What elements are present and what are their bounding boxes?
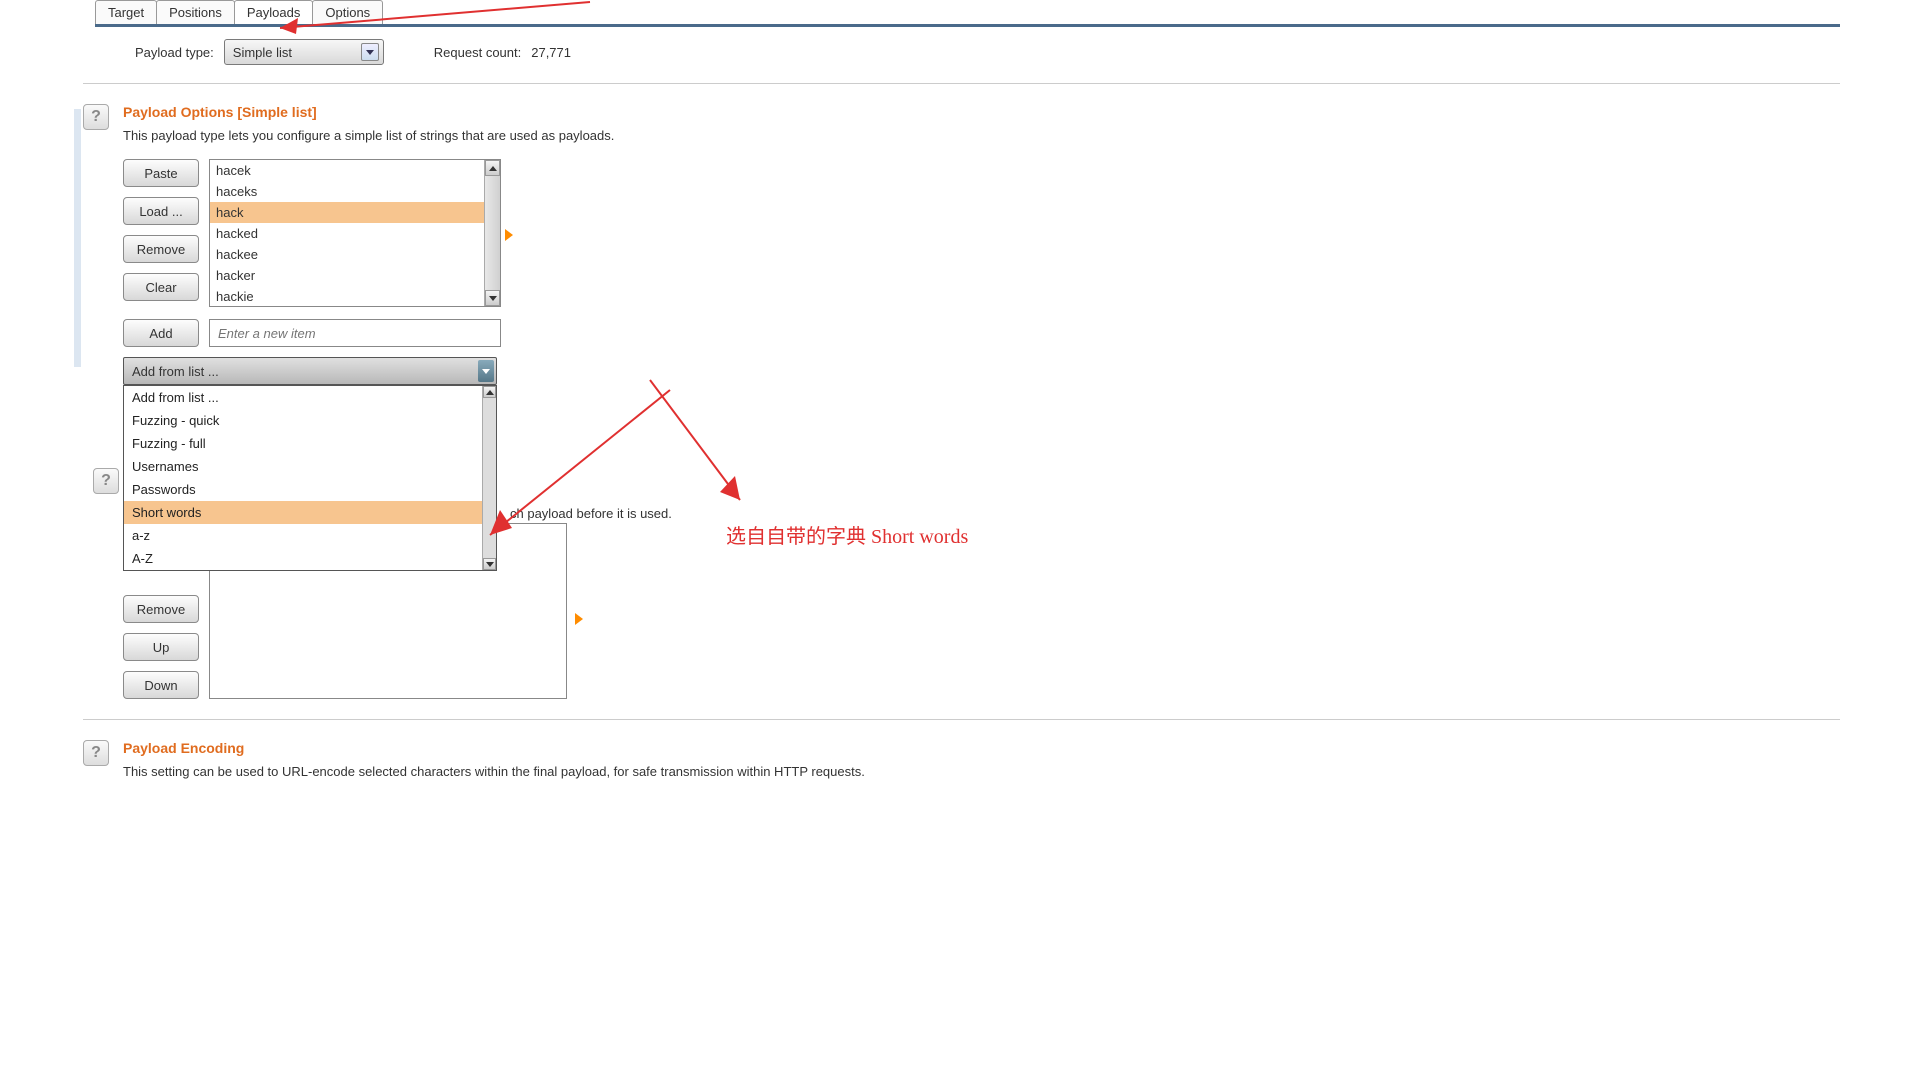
dropdown-item[interactable]: Passwords — [124, 478, 482, 501]
dropdown-item[interactable]: Usernames — [124, 455, 482, 478]
clear-button[interactable]: Clear — [123, 273, 199, 301]
dropdown-item[interactable]: Short words — [124, 501, 482, 524]
help-icon[interactable]: ? — [83, 104, 109, 130]
section-accent — [74, 109, 81, 367]
scroll-down-icon[interactable] — [485, 290, 500, 306]
down-button[interactable]: Down — [123, 671, 199, 699]
tab-target[interactable]: Target — [95, 0, 157, 24]
list-item[interactable]: hackie — [210, 286, 484, 306]
dropdown-item[interactable]: Add from list ... — [124, 386, 482, 409]
help-icon[interactable]: ? — [93, 468, 119, 494]
add-from-list-dropdown[interactable]: Add from list ... Fuzzing - quick Fuzzin… — [123, 385, 497, 571]
add-item-input[interactable] — [209, 319, 501, 347]
remove-button[interactable]: Remove — [123, 595, 199, 623]
section-desc-payload-options: This payload type lets you configure a s… — [123, 128, 1840, 143]
list-item[interactable]: hacek — [210, 160, 484, 181]
payload-type-label: Payload type: — [135, 45, 214, 60]
chevron-down-icon — [478, 360, 494, 382]
section-title-payload-options: Payload Options [Simple list] — [123, 104, 1840, 120]
dropdown-item[interactable]: A-Z — [124, 547, 482, 570]
add-button[interactable]: Add — [123, 319, 199, 347]
load-button[interactable]: Load ... — [123, 197, 199, 225]
paste-button[interactable]: Paste — [123, 159, 199, 187]
list-item[interactable]: hacker — [210, 265, 484, 286]
dropdown-item[interactable]: Fuzzing - quick — [124, 409, 482, 432]
chevron-down-icon — [361, 43, 379, 61]
payload-type-value: Simple list — [233, 45, 292, 60]
dropdown-item[interactable]: a-z — [124, 524, 482, 547]
scroll-up-icon[interactable] — [485, 160, 500, 176]
add-from-list-combo[interactable]: Add from list ... — [123, 357, 497, 385]
request-count-label: Request count: — [434, 45, 521, 60]
add-from-list-label: Add from list ... — [132, 364, 219, 379]
list-item[interactable]: hack — [210, 202, 484, 223]
section-desc-payload-encoding: This setting can be used to URL-encode s… — [123, 764, 1840, 779]
annotation-text: 选自自带的字典 Short words — [726, 520, 968, 549]
up-button[interactable]: Up — [123, 633, 199, 661]
tab-payloads[interactable]: Payloads — [234, 0, 313, 24]
list-item[interactable]: hackee — [210, 244, 484, 265]
remove-button[interactable]: Remove — [123, 235, 199, 263]
expand-icon[interactable] — [575, 613, 583, 625]
list-item[interactable]: haceks — [210, 181, 484, 202]
list-item[interactable]: hacked — [210, 223, 484, 244]
scroll-up-icon[interactable] — [483, 386, 496, 398]
dropdown-item[interactable]: Fuzzing - full — [124, 432, 482, 455]
payload-type-combo[interactable]: Simple list — [224, 39, 384, 65]
scroll-down-icon[interactable] — [483, 558, 496, 570]
payload-listbox[interactable]: hacek haceks hack hacked hackee hacker h… — [209, 159, 501, 307]
scrollbar[interactable] — [484, 160, 500, 306]
tab-options[interactable]: Options — [312, 0, 383, 24]
intruder-tabs: Target Positions Payloads Options — [95, 0, 1840, 27]
scrollbar[interactable] — [482, 386, 496, 570]
help-icon[interactable]: ? — [83, 740, 109, 766]
tab-positions[interactable]: Positions — [156, 0, 235, 24]
section-title-payload-encoding: Payload Encoding — [123, 740, 1840, 756]
expand-icon[interactable] — [505, 229, 513, 241]
request-count-value: 27,771 — [531, 45, 571, 60]
